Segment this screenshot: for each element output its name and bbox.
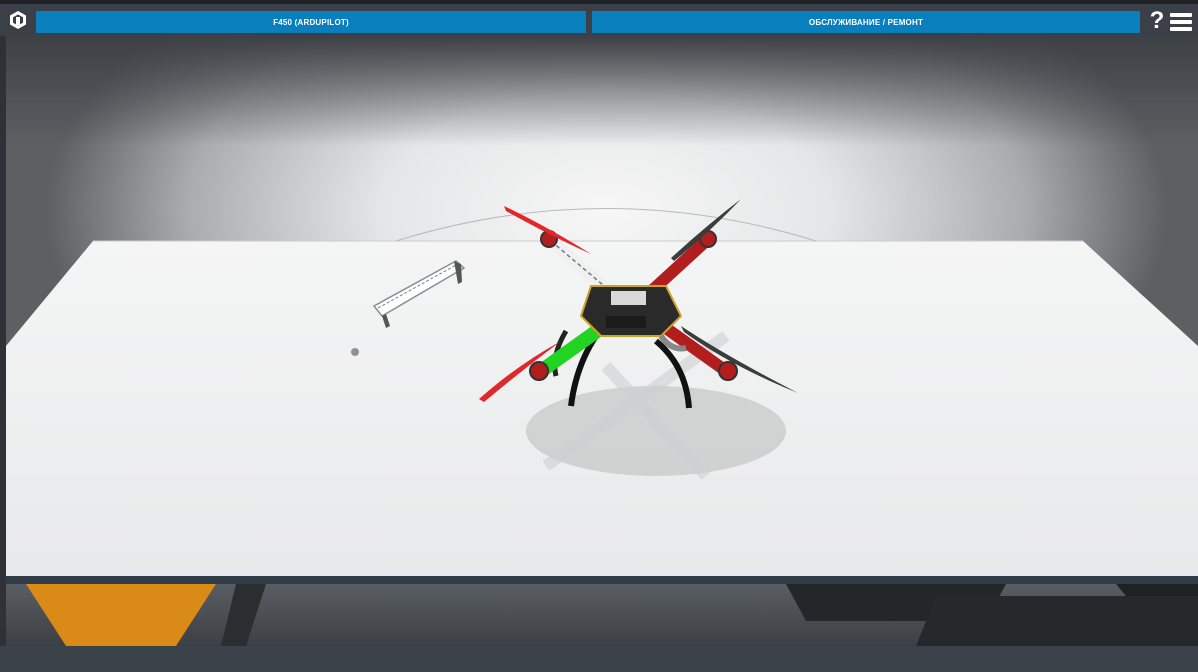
loose-screw[interactable] [351,348,359,356]
bottom-status-bar [0,646,1198,672]
3d-viewport[interactable] [6,36,1198,646]
top-toolbar: F450 (ARDUPILOT) ОБСЛУЖИВАНИЕ / РЕМОНТ ? [0,0,1198,36]
model-title-tab[interactable]: F450 (ARDUPILOT) [36,11,586,33]
hamburger-menu-icon[interactable] [1168,12,1194,32]
help-button[interactable]: ? [1147,8,1167,34]
app-logo-icon[interactable] [6,8,30,32]
scene-canvas [6,199,1198,646]
mode-title-tab[interactable]: ОБСЛУЖИВАНИЕ / РЕМОНТ [592,11,1140,33]
